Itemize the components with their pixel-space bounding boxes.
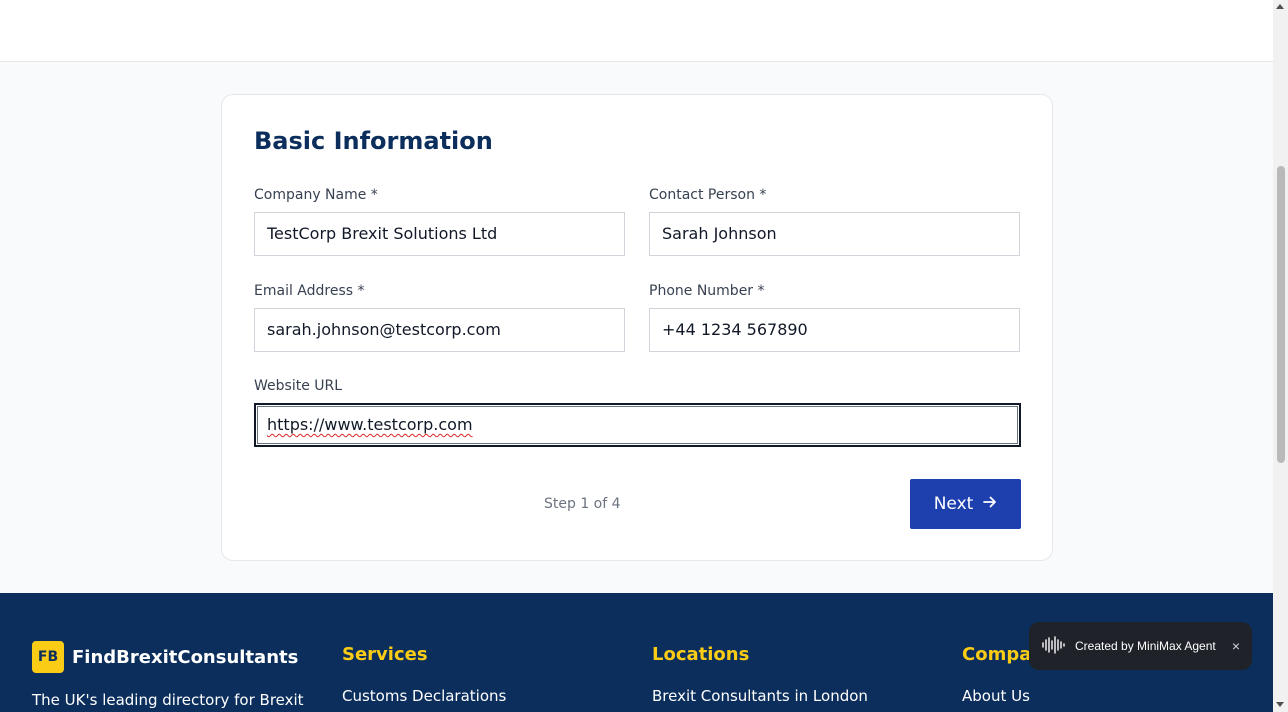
phone-label: Phone Number * — [649, 283, 765, 299]
phone-field: Phone Number * +44 1234 567890 — [649, 282, 1020, 352]
footer-brand[interactable]: FB FindBrexitConsultants — [32, 641, 298, 673]
brand-description: The UK's leading directory for Brexit — [32, 691, 304, 709]
email-input[interactable]: sarah.johnson@testcorp.com — [254, 308, 625, 352]
scroll-down-icon[interactable] — [1276, 702, 1284, 707]
waveform-icon — [1041, 635, 1067, 657]
next-button[interactable]: Next — [910, 479, 1021, 529]
basic-info-card: Basic Information Company Name * TestCor… — [221, 94, 1053, 561]
footer-column-title: Services — [342, 644, 428, 665]
footer-column-services: Services Customs Declarations — [342, 644, 506, 705]
email-label: Email Address * — [254, 283, 365, 299]
brand-logo: FB — [32, 641, 64, 673]
website-input[interactable]: https://www.testcorp.com — [254, 403, 1021, 447]
form-title: Basic Information — [254, 127, 493, 155]
contact-person-label: Contact Person * — [649, 187, 767, 203]
company-name-label: Company Name * — [254, 187, 378, 203]
website-label: Website URL — [254, 378, 343, 394]
website-field: Website URL https://www.testcorp.com — [254, 377, 1021, 447]
scrollbar-thumb[interactable] — [1277, 166, 1285, 463]
website-input-value: https://www.testcorp.com — [267, 415, 473, 434]
scroll-up-icon[interactable] — [1276, 4, 1284, 9]
phone-input[interactable]: +44 1234 567890 — [649, 308, 1020, 352]
page: Basic Information Company Name * TestCor… — [0, 0, 1273, 712]
next-button-label: Next — [933, 494, 974, 514]
agent-badge-text: Created by MiniMax Agent — [1075, 639, 1216, 653]
footer-column-title: Locations — [652, 644, 750, 665]
contact-person-input[interactable]: Sarah Johnson — [649, 212, 1020, 256]
email-field: Email Address * sarah.johnson@testcorp.c… — [254, 282, 625, 352]
footer-link[interactable]: Customs Declarations — [342, 687, 506, 705]
brand-name: FindBrexitConsultants — [72, 646, 299, 668]
header-bar — [0, 0, 1273, 62]
company-name-field: Company Name * TestCorp Brexit Solutions… — [254, 186, 625, 256]
close-icon[interactable]: × — [1232, 638, 1240, 654]
scrollbar[interactable] — [1273, 0, 1288, 712]
footer-column-locations: Locations Brexit Consultants in London — [652, 644, 868, 705]
company-name-input[interactable]: TestCorp Brexit Solutions Ltd — [254, 212, 625, 256]
step-indicator: Step 1 of 4 — [544, 496, 621, 512]
footer-link[interactable]: Brexit Consultants in London — [652, 687, 868, 705]
footer-link[interactable]: About Us — [962, 687, 1056, 705]
contact-person-field: Contact Person * Sarah Johnson — [649, 186, 1020, 256]
arrow-right-icon — [983, 494, 997, 514]
agent-badge: Created by MiniMax Agent × — [1029, 622, 1252, 670]
